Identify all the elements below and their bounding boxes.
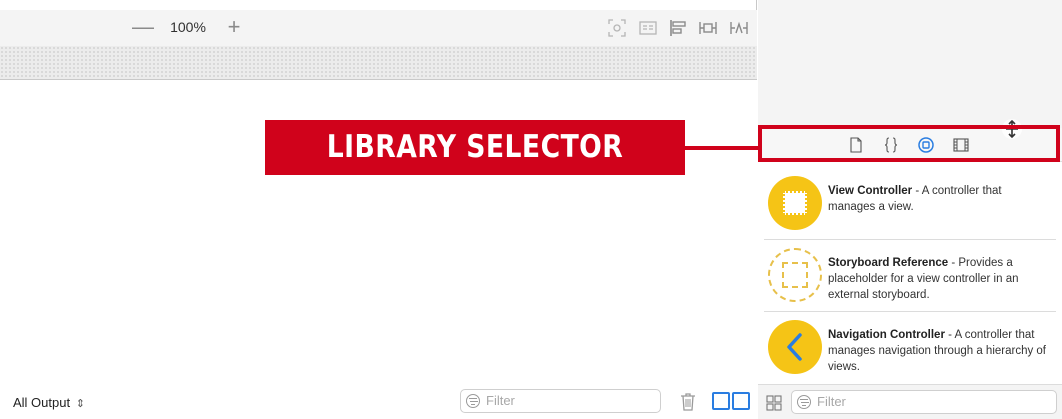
navigation-controller-icon xyxy=(768,320,822,374)
callout-label-box: LIBRARY SELECTOR BAR xyxy=(265,120,685,220)
library-item-title: Navigation Controller xyxy=(828,329,945,341)
editor-area: — 100% + All Output ⇕ Filter xyxy=(0,0,757,419)
library-filter-field[interactable]: Filter xyxy=(791,390,1057,414)
library-item-storyboard-reference[interactable]: Storyboard Reference - Provides a placeh… xyxy=(764,240,1056,312)
align-icon[interactable] xyxy=(668,18,688,38)
filter-icon xyxy=(466,394,480,408)
show-variables-view-button[interactable] xyxy=(712,392,730,410)
filter-icon xyxy=(797,395,811,409)
callout-connector-line xyxy=(684,146,760,150)
object-library-list: View Controller - A controller that mana… xyxy=(758,168,1062,384)
library-item-title: View Controller xyxy=(828,185,913,197)
zoom-in-button[interactable]: + xyxy=(223,15,245,39)
show-console-button[interactable] xyxy=(732,392,750,410)
storyboard-reference-icon xyxy=(768,248,822,302)
library-item-title: Storyboard Reference xyxy=(828,257,949,269)
console-filter-field[interactable]: Filter xyxy=(460,389,661,413)
library-item-view-controller[interactable]: View Controller - A controller that mana… xyxy=(764,168,1056,240)
library-item-text: Navigation Controller - A controller tha… xyxy=(828,327,1050,375)
zoom-out-button[interactable]: — xyxy=(132,15,154,39)
library-item-text: Storyboard Reference - Provides a placeh… xyxy=(828,255,1050,303)
utilities-panel: View Controller - A controller that mana… xyxy=(758,0,1062,419)
callout-label: LIBRARY SELECTOR BAR xyxy=(326,129,624,220)
zoom-bar: — 100% + xyxy=(0,10,757,46)
library-item-text: View Controller - A controller that mana… xyxy=(828,183,1050,215)
xcode-window: — 100% + All Output ⇕ Filter View Contro… xyxy=(0,0,1062,419)
pin-icon[interactable] xyxy=(698,18,718,38)
trash-icon[interactable] xyxy=(679,392,697,412)
inspector-area xyxy=(758,0,1062,128)
zoom-level: 100% xyxy=(170,19,206,35)
library-filter-placeholder: Filter xyxy=(817,394,846,409)
fit-to-screen-icon[interactable] xyxy=(607,18,627,38)
view-controller-icon xyxy=(768,176,822,230)
library-item-navigation-controller[interactable]: Navigation Controller - A controller tha… xyxy=(764,312,1056,384)
output-selector[interactable]: All Output ⇕ xyxy=(13,395,85,410)
embed-in-icon[interactable] xyxy=(638,18,658,38)
chevron-updown-icon: ⇕ xyxy=(75,398,85,410)
resolve-autolayout-icon[interactable] xyxy=(729,18,749,38)
console-filter-placeholder: Filter xyxy=(486,393,515,408)
output-selector-label: All Output xyxy=(13,395,71,410)
debug-bar: All Output ⇕ Filter xyxy=(0,386,757,419)
jump-bar xyxy=(0,46,757,80)
callout-highlight-frame xyxy=(758,125,1060,162)
grid-view-icon[interactable] xyxy=(766,395,782,411)
library-footer: Filter xyxy=(758,384,1062,419)
